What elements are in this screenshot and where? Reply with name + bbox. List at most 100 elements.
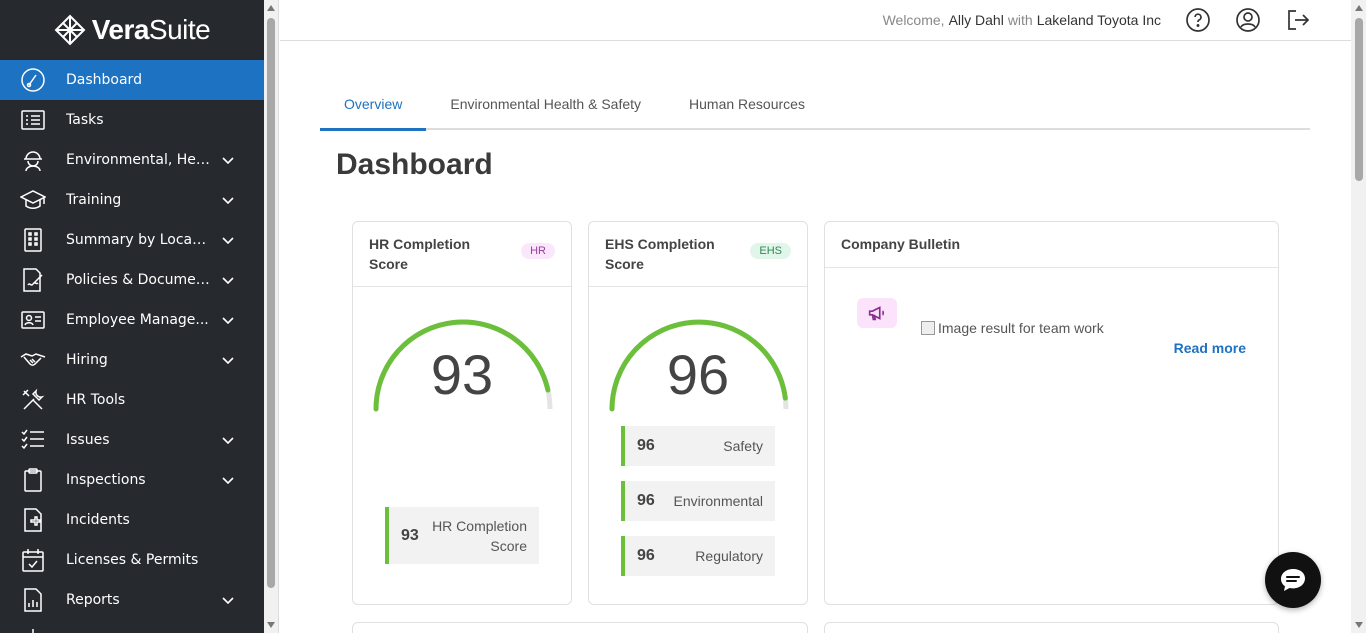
brand-name-bold: Vera	[91, 14, 150, 45]
sidebar-item-summary-by-location[interactable]: Summary by Location	[0, 220, 264, 260]
sidebar-item-issues[interactable]: Issues	[0, 420, 264, 460]
ehs-badge: EHS	[750, 243, 791, 259]
brand-logo[interactable]: VeraSuite	[0, 0, 264, 60]
metric-label: Safety	[723, 438, 763, 454]
ehs-completion-card: EHS Completion Score EHS 96 96 Safety 96…	[588, 221, 808, 605]
metric-value: 96	[637, 437, 655, 454]
sidebar-item-incidents[interactable]: Incidents	[0, 500, 264, 540]
sidebar-item-label: Inspections	[66, 472, 146, 488]
ehs-environmental-metric: 96 Environmental	[621, 481, 775, 521]
sidebar-item-licenses-permits[interactable]: Licenses & Permits	[0, 540, 264, 580]
sidebar-item-label: HR Tools	[66, 392, 126, 408]
sidebar-item-hr-tools[interactable]: HR Tools	[0, 380, 264, 420]
help-icon[interactable]	[1185, 7, 1211, 33]
chevron-down-icon	[222, 154, 234, 166]
chevron-down-icon	[222, 314, 234, 326]
chevron-down-icon	[222, 594, 234, 606]
sidebar-item-label: Reports	[66, 592, 120, 608]
chat-button[interactable]	[1265, 552, 1321, 608]
sidebar-item-label: Licenses & Permits	[66, 552, 199, 568]
chevron-down-icon	[222, 274, 234, 286]
metric-value: 96	[637, 547, 655, 564]
sidebar-item-partial[interactable]	[0, 620, 264, 633]
sidebar: VeraSuite Dashboard Tasks Environmental,…	[0, 0, 264, 633]
sidebar-item-hiring[interactable]: Hiring	[0, 340, 264, 380]
sidebar-item-tasks[interactable]: Tasks	[0, 100, 264, 140]
hr-completion-card: HR Completion Score HR 93 93 HR Completi…	[352, 221, 572, 605]
scroll-up-arrow-icon[interactable]	[1355, 5, 1363, 11]
main-scrollbar-thumb[interactable]	[1355, 18, 1363, 181]
user-profile-icon[interactable]	[1235, 7, 1261, 33]
report-icon	[20, 587, 46, 613]
logout-icon[interactable]	[1285, 7, 1311, 33]
chevron-down-icon	[222, 234, 234, 246]
scroll-down-arrow-icon[interactable]	[1355, 622, 1363, 628]
hr-badge: HR	[521, 243, 555, 259]
chevron-down-icon	[222, 434, 234, 446]
tools-icon	[20, 387, 46, 413]
dashboard-card-partial	[352, 622, 808, 633]
metric-label: Regulatory	[695, 548, 763, 564]
sidebar-item-reports[interactable]: Reports	[0, 580, 264, 620]
main-content: Overview Environmental Health & Safety H…	[280, 42, 1351, 633]
image-alt-text: Image result for team work	[938, 320, 1104, 336]
hr-score-value: 93	[430, 343, 494, 406]
sidebar-item-label: Tasks	[66, 112, 104, 128]
document-sign-icon	[20, 267, 46, 293]
company-bulletin-card: Company Bulletin Image result for team w…	[824, 221, 1279, 605]
sidebar-item-label: Training	[66, 192, 122, 208]
ehs-score-value: 96	[666, 343, 730, 406]
gear-icon	[20, 627, 46, 633]
chevron-down-icon	[222, 354, 234, 366]
clipboard-icon	[20, 467, 46, 493]
scroll-down-arrow-icon[interactable]	[267, 622, 275, 628]
sidebar-item-label: Hiring	[66, 352, 108, 368]
verasuite-logo-icon	[54, 14, 86, 46]
checklist-icon	[20, 427, 46, 453]
chat-bubble-icon	[1281, 569, 1305, 591]
sidebar-item-ehs[interactable]: Environmental, Hea...	[0, 140, 264, 180]
dashboard-card-partial	[824, 622, 1279, 633]
sidebar-item-policies-documents[interactable]: Policies & Documents	[0, 260, 264, 300]
building-icon	[20, 227, 46, 253]
chevron-down-icon	[222, 194, 234, 206]
bulletin-image: Image result for team work	[921, 320, 1104, 336]
card-title: Company Bulletin	[841, 236, 961, 252]
scroll-up-arrow-icon[interactable]	[267, 5, 275, 11]
top-bar: Welcome, Ally Dahl with Lakeland Toyota …	[280, 0, 1351, 41]
id-card-icon	[20, 307, 46, 333]
sidebar-item-employee-management[interactable]: Employee Manage...	[0, 300, 264, 340]
hr-completion-metric: 93 HR Completion Score	[385, 507, 539, 564]
megaphone-icon	[857, 298, 897, 328]
chevron-down-icon	[222, 474, 234, 486]
medical-file-icon	[20, 507, 46, 533]
sidebar-item-label: Dashboard	[66, 72, 142, 88]
tasks-icon	[20, 107, 46, 133]
sidebar-scrollbar-thumb[interactable]	[267, 18, 275, 588]
user-name: Ally Dahl	[948, 12, 1004, 28]
read-more-link[interactable]: Read more	[1174, 340, 1246, 356]
sidebar-scrollbar[interactable]	[264, 0, 279, 633]
graduation-cap-icon	[20, 187, 46, 213]
tab-overview[interactable]: Overview	[320, 84, 427, 131]
main-scrollbar[interactable]	[1351, 0, 1366, 633]
sidebar-item-inspections[interactable]: Inspections	[0, 460, 264, 500]
tab-environmental-health-safety[interactable]: Environmental Health & Safety	[426, 84, 665, 128]
with-text: with	[1007, 12, 1033, 28]
dashboard-icon	[20, 67, 46, 93]
tab-human-resources[interactable]: Human Resources	[665, 84, 829, 128]
page-title: Dashboard	[336, 148, 493, 181]
sidebar-item-dashboard[interactable]: Dashboard	[0, 60, 264, 100]
sidebar-item-label: Summary by Location	[66, 232, 211, 248]
sidebar-item-label: Employee Manage...	[66, 312, 209, 328]
sidebar-item-label: Policies & Documents	[66, 272, 211, 288]
sidebar-item-training[interactable]: Training	[0, 180, 264, 220]
sidebar-item-label: Issues	[66, 432, 110, 448]
ehs-regulatory-metric: 96 Regulatory	[621, 536, 775, 576]
brand-name-light: Suite	[148, 14, 211, 45]
company-name: Lakeland Toyota Inc	[1036, 12, 1161, 28]
card-title: EHS Completion Score	[605, 236, 715, 272]
sidebar-item-label: Environmental, Hea...	[66, 152, 211, 168]
ehs-safety-metric: 96 Safety	[621, 426, 775, 466]
card-title: HR Completion Score	[369, 236, 471, 272]
